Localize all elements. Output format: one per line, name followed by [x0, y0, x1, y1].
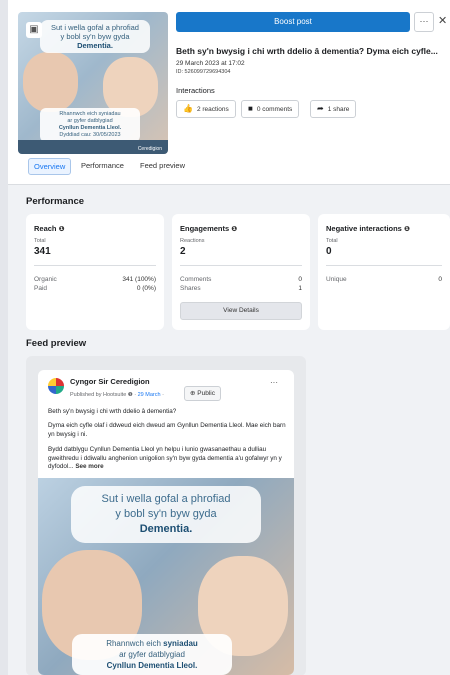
shares-count: 1 share [327, 106, 350, 113]
page-avatar[interactable] [48, 378, 64, 394]
reach-paid-value: 0 (0%) [136, 285, 156, 292]
tab-overview[interactable]: Overview [28, 158, 72, 175]
boost-post-button[interactable]: Boost post [176, 12, 410, 32]
post-date-link[interactable]: 29 March [138, 392, 161, 398]
image-edit-icon[interactable]: ▣ [26, 22, 42, 38]
negative-interactions-card: Negative interactions ❶ Total 0 Unique 0 [318, 214, 450, 330]
post-more-icon[interactable]: ··· [270, 378, 278, 387]
engagements-card: Engagements ❶ Reactions 2 Comments 0 Shar… [172, 214, 310, 330]
audience-label: Public [197, 390, 215, 397]
performance-heading: Performance [26, 196, 85, 207]
engagements-sublabel: Reactions [180, 238, 205, 244]
reach-card: Reach ❶ Total 341 Organic 341 (100%) Paid… [26, 214, 164, 330]
reach-paid-row: Paid 0 (0%) [34, 285, 156, 292]
feed-post-card: Cyngor Sir Ceredigion Published by Hoots… [38, 370, 294, 675]
reach-sublabel: Total [34, 238, 46, 244]
thumbnail-person-left [23, 52, 78, 112]
engagements-value: 2 [180, 246, 186, 257]
negative-sublabel: Total [326, 238, 338, 244]
engagements-comments-row: Comments 0 [180, 276, 302, 283]
info-icon[interactable]: ❶ [59, 226, 65, 233]
published-by: Published by Hootsuite [70, 392, 127, 398]
thumbnail-caption-line3: Cynllun Dementia Lleol. [58, 125, 122, 131]
thumbnail-caption-deadline: Dyddiad cau: 30/05/2023 [59, 132, 121, 138]
post-date: 29 March 2023 at 17:02 [176, 60, 245, 67]
audience-button[interactable]: ⊕ Public [184, 386, 221, 401]
thumbnail-caption-line2: ar gyfer datblygiad [67, 118, 113, 124]
page-name[interactable]: Cyngor Sir Ceredigion [70, 377, 150, 386]
image-headline-line2: y bobl sy'n byw gyda [115, 508, 217, 520]
close-icon[interactable]: ✕ [438, 14, 447, 27]
thumbnail-headline-line1: Sut i wella gofal a phrofiad [51, 23, 139, 32]
image-caption: Rhannwch eich syniadau ar gyfer datblygi… [72, 634, 232, 675]
left-panel-edge [0, 0, 8, 675]
image-headline: Sut i wella gofal a phrofiad y bobl sy'n… [71, 486, 261, 543]
engagements-comments-label: Comments [180, 276, 212, 283]
thumbnail-headline-line3: Dementia. [77, 41, 113, 50]
engagements-title-text: Engagements [180, 224, 230, 233]
info-icon[interactable]: ❶ [231, 226, 237, 233]
reach-organic-row: Organic 341 (100%) [34, 276, 156, 283]
negative-value: 0 [326, 246, 332, 257]
engagements-shares-value: 1 [298, 285, 302, 292]
header-divider [8, 184, 450, 185]
reactions-chip[interactable]: 👍 2 reactions [176, 100, 236, 118]
view-details-button[interactable]: View Details [180, 302, 302, 320]
post-id: ID: 526099729694304 [176, 69, 231, 75]
feed-preview-heading: Feed preview [26, 338, 87, 349]
share-icon: ➦ [317, 104, 324, 113]
reactions-count: 2 reactions [196, 106, 229, 113]
tab-performance[interactable]: Performance [81, 161, 124, 170]
thumbnail-caption-line1: Rhannwch eich syniadau [59, 111, 121, 117]
see-more-link[interactable]: See more [75, 463, 103, 470]
comments-chip[interactable]: ■ 0 comments [241, 100, 300, 118]
comment-icon: ■ [248, 104, 253, 113]
reach-title: Reach ❶ [34, 224, 65, 233]
negative-title: Negative interactions ❶ [326, 224, 410, 233]
reach-value: 341 [34, 246, 51, 257]
negative-title-text: Negative interactions [326, 224, 402, 233]
thumbnail-caption: Rhannwch eich syniadau ar gyfer datblygi… [40, 108, 140, 142]
post-meta: Published by Hootsuite ❶ · 29 March · [70, 392, 164, 398]
engagements-divider [180, 265, 302, 266]
image-caption-line2: ar gyfer datblygiad [119, 650, 185, 659]
engagements-shares-row: Shares 1 [180, 285, 302, 292]
shares-chip[interactable]: ➦ 1 share [310, 100, 357, 118]
info-icon[interactable]: ❶ [128, 392, 133, 398]
reach-paid-label: Paid [34, 285, 48, 292]
reach-title-text: Reach [34, 224, 57, 233]
image-headline-line3: Dementia. [139, 523, 193, 535]
tab-bar: Overview Performance Feed preview [8, 158, 450, 184]
interactions-heading: Interactions [176, 86, 215, 95]
engagements-shares-label: Shares [180, 285, 201, 292]
tab-feed-preview[interactable]: Feed preview [140, 161, 185, 170]
post-thumbnail[interactable]: Sut i wella gofal a phrofiad y bobl sy'n… [18, 12, 168, 154]
post-text-para3: Bydd datblygu Cynllun Dementia Lleol yn … [48, 446, 288, 472]
more-options-button[interactable]: ··· [414, 12, 434, 32]
post-image[interactable]: Sut i wella gofal a phrofiad y bobl sy'n… [38, 478, 294, 675]
negative-unique-label: Unique [326, 276, 347, 283]
image-caption-line3: Cynllun Dementia Lleol. [106, 661, 198, 670]
thumbnail-headline-line2: y bobl sy'n byw gyda [60, 32, 130, 41]
post-text-para2: Dyma eich cyfle olaf i ddweud eich dweud… [48, 422, 286, 438]
engagements-title: Engagements ❶ [180, 224, 237, 233]
info-icon[interactable]: ❶ [404, 226, 410, 233]
globe-icon: ⊕ [190, 390, 196, 397]
negative-unique-value: 0 [438, 276, 442, 283]
negative-divider [326, 265, 442, 266]
thumbnail-headline: Sut i wella gofal a phrofiad y bobl sy'n… [40, 20, 150, 53]
negative-unique-row: Unique 0 [326, 276, 442, 283]
reach-organic-value: 341 (100%) [122, 276, 156, 283]
reach-organic-label: Organic [34, 276, 57, 283]
post-text-para1: Beth sy'n bwysig i chi wrth ddelio â dem… [48, 408, 177, 415]
thumbs-up-icon: 👍 [183, 104, 193, 113]
post-title: Beth sy'n bwysig i chi wrth ddelio â dem… [176, 46, 438, 56]
comments-count: 0 comments [256, 106, 293, 113]
image-caption-line1: Rhannwch eich [106, 639, 161, 648]
image-caption-line1-bold: syniadau [163, 639, 198, 648]
engagements-comments-value: 0 [298, 276, 302, 283]
reach-divider [34, 265, 156, 266]
image-headline-line1: Sut i wella gofal a phrofiad [101, 493, 231, 505]
thumbnail-brand-logo: Ceredigion [137, 146, 162, 152]
